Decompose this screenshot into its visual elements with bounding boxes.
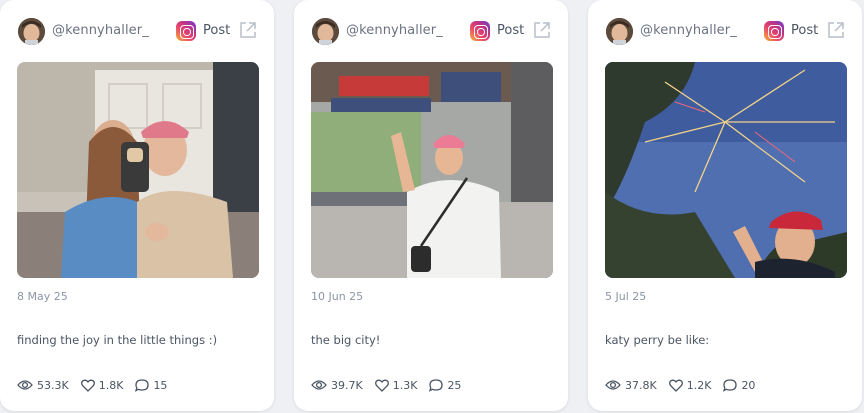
views-stat: 39.7K xyxy=(311,379,363,392)
post-date: 8 May 25 xyxy=(17,290,68,303)
comments-count: 25 xyxy=(447,378,462,392)
post-stats: 39.7K 1.3K 25 xyxy=(311,377,473,393)
likes-stat: 1.8K xyxy=(80,378,124,392)
likes-stat: 1.2K xyxy=(668,378,712,392)
eye-icon xyxy=(311,380,327,390)
external-link-icon[interactable] xyxy=(238,20,258,40)
views-count: 39.7K xyxy=(331,378,363,392)
post-stats: 53.3K 1.8K 15 xyxy=(17,377,179,393)
comments-stat: 15 xyxy=(135,379,167,392)
instagram-icon xyxy=(470,21,490,41)
eye-icon xyxy=(605,380,621,390)
post-image[interactable] xyxy=(605,62,847,278)
avatar[interactable] xyxy=(18,18,45,45)
likes-count: 1.3K xyxy=(392,378,418,392)
post-caption: finding the joy in the little things :) xyxy=(17,333,218,347)
post-image[interactable] xyxy=(311,62,553,278)
post-type-label: Post xyxy=(791,23,819,38)
comment-icon xyxy=(429,378,444,392)
views-stat: 37.8K xyxy=(605,379,657,392)
comments-count: 15 xyxy=(153,378,168,392)
card-header: @kennyhaller_ Post xyxy=(308,14,554,50)
comment-icon xyxy=(135,378,150,392)
post-date: 5 Jul 25 xyxy=(605,290,647,303)
card-header: @kennyhaller_ Post xyxy=(14,14,260,50)
likes-stat: 1.3K xyxy=(374,378,418,392)
instagram-icon xyxy=(764,21,784,41)
username[interactable]: @kennyhaller_ xyxy=(52,23,149,38)
username[interactable]: @kennyhaller_ xyxy=(346,23,443,38)
external-link-icon[interactable] xyxy=(532,20,552,40)
comment-icon xyxy=(723,378,738,392)
eye-icon xyxy=(17,380,33,390)
instagram-icon xyxy=(176,21,196,41)
post-date: 10 Jun 25 xyxy=(311,290,364,303)
views-count: 37.8K xyxy=(625,378,657,392)
post-caption: the big city! xyxy=(311,333,381,347)
external-link-icon[interactable] xyxy=(826,20,846,40)
avatar[interactable] xyxy=(312,18,339,45)
heart-icon xyxy=(668,379,683,392)
post-card[interactable]: @kennyhaller_ Post 8 May 25 finding the … xyxy=(0,0,274,411)
post-stats: 37.8K 1.2K 20 xyxy=(605,377,767,393)
username[interactable]: @kennyhaller_ xyxy=(640,23,737,38)
comments-stat: 20 xyxy=(723,379,755,392)
comments-count: 20 xyxy=(741,378,756,392)
heart-icon xyxy=(374,379,389,392)
comments-stat: 25 xyxy=(429,379,461,392)
post-image[interactable] xyxy=(17,62,259,278)
post-card[interactable]: @kennyhaller_ Post 10 Jun 25 the big cit… xyxy=(294,0,568,411)
heart-icon xyxy=(80,379,95,392)
likes-count: 1.8K xyxy=(98,378,124,392)
post-card[interactable]: @kennyhaller_ Post 5 Jul 25 katy perry b… xyxy=(588,0,862,411)
card-header: @kennyhaller_ Post xyxy=(602,14,848,50)
views-stat: 53.3K xyxy=(17,379,69,392)
post-type-label: Post xyxy=(497,23,525,38)
post-type-label: Post xyxy=(203,23,231,38)
post-caption: katy perry be like: xyxy=(605,333,710,347)
avatar[interactable] xyxy=(606,18,633,45)
likes-count: 1.2K xyxy=(686,378,712,392)
views-count: 53.3K xyxy=(37,378,69,392)
